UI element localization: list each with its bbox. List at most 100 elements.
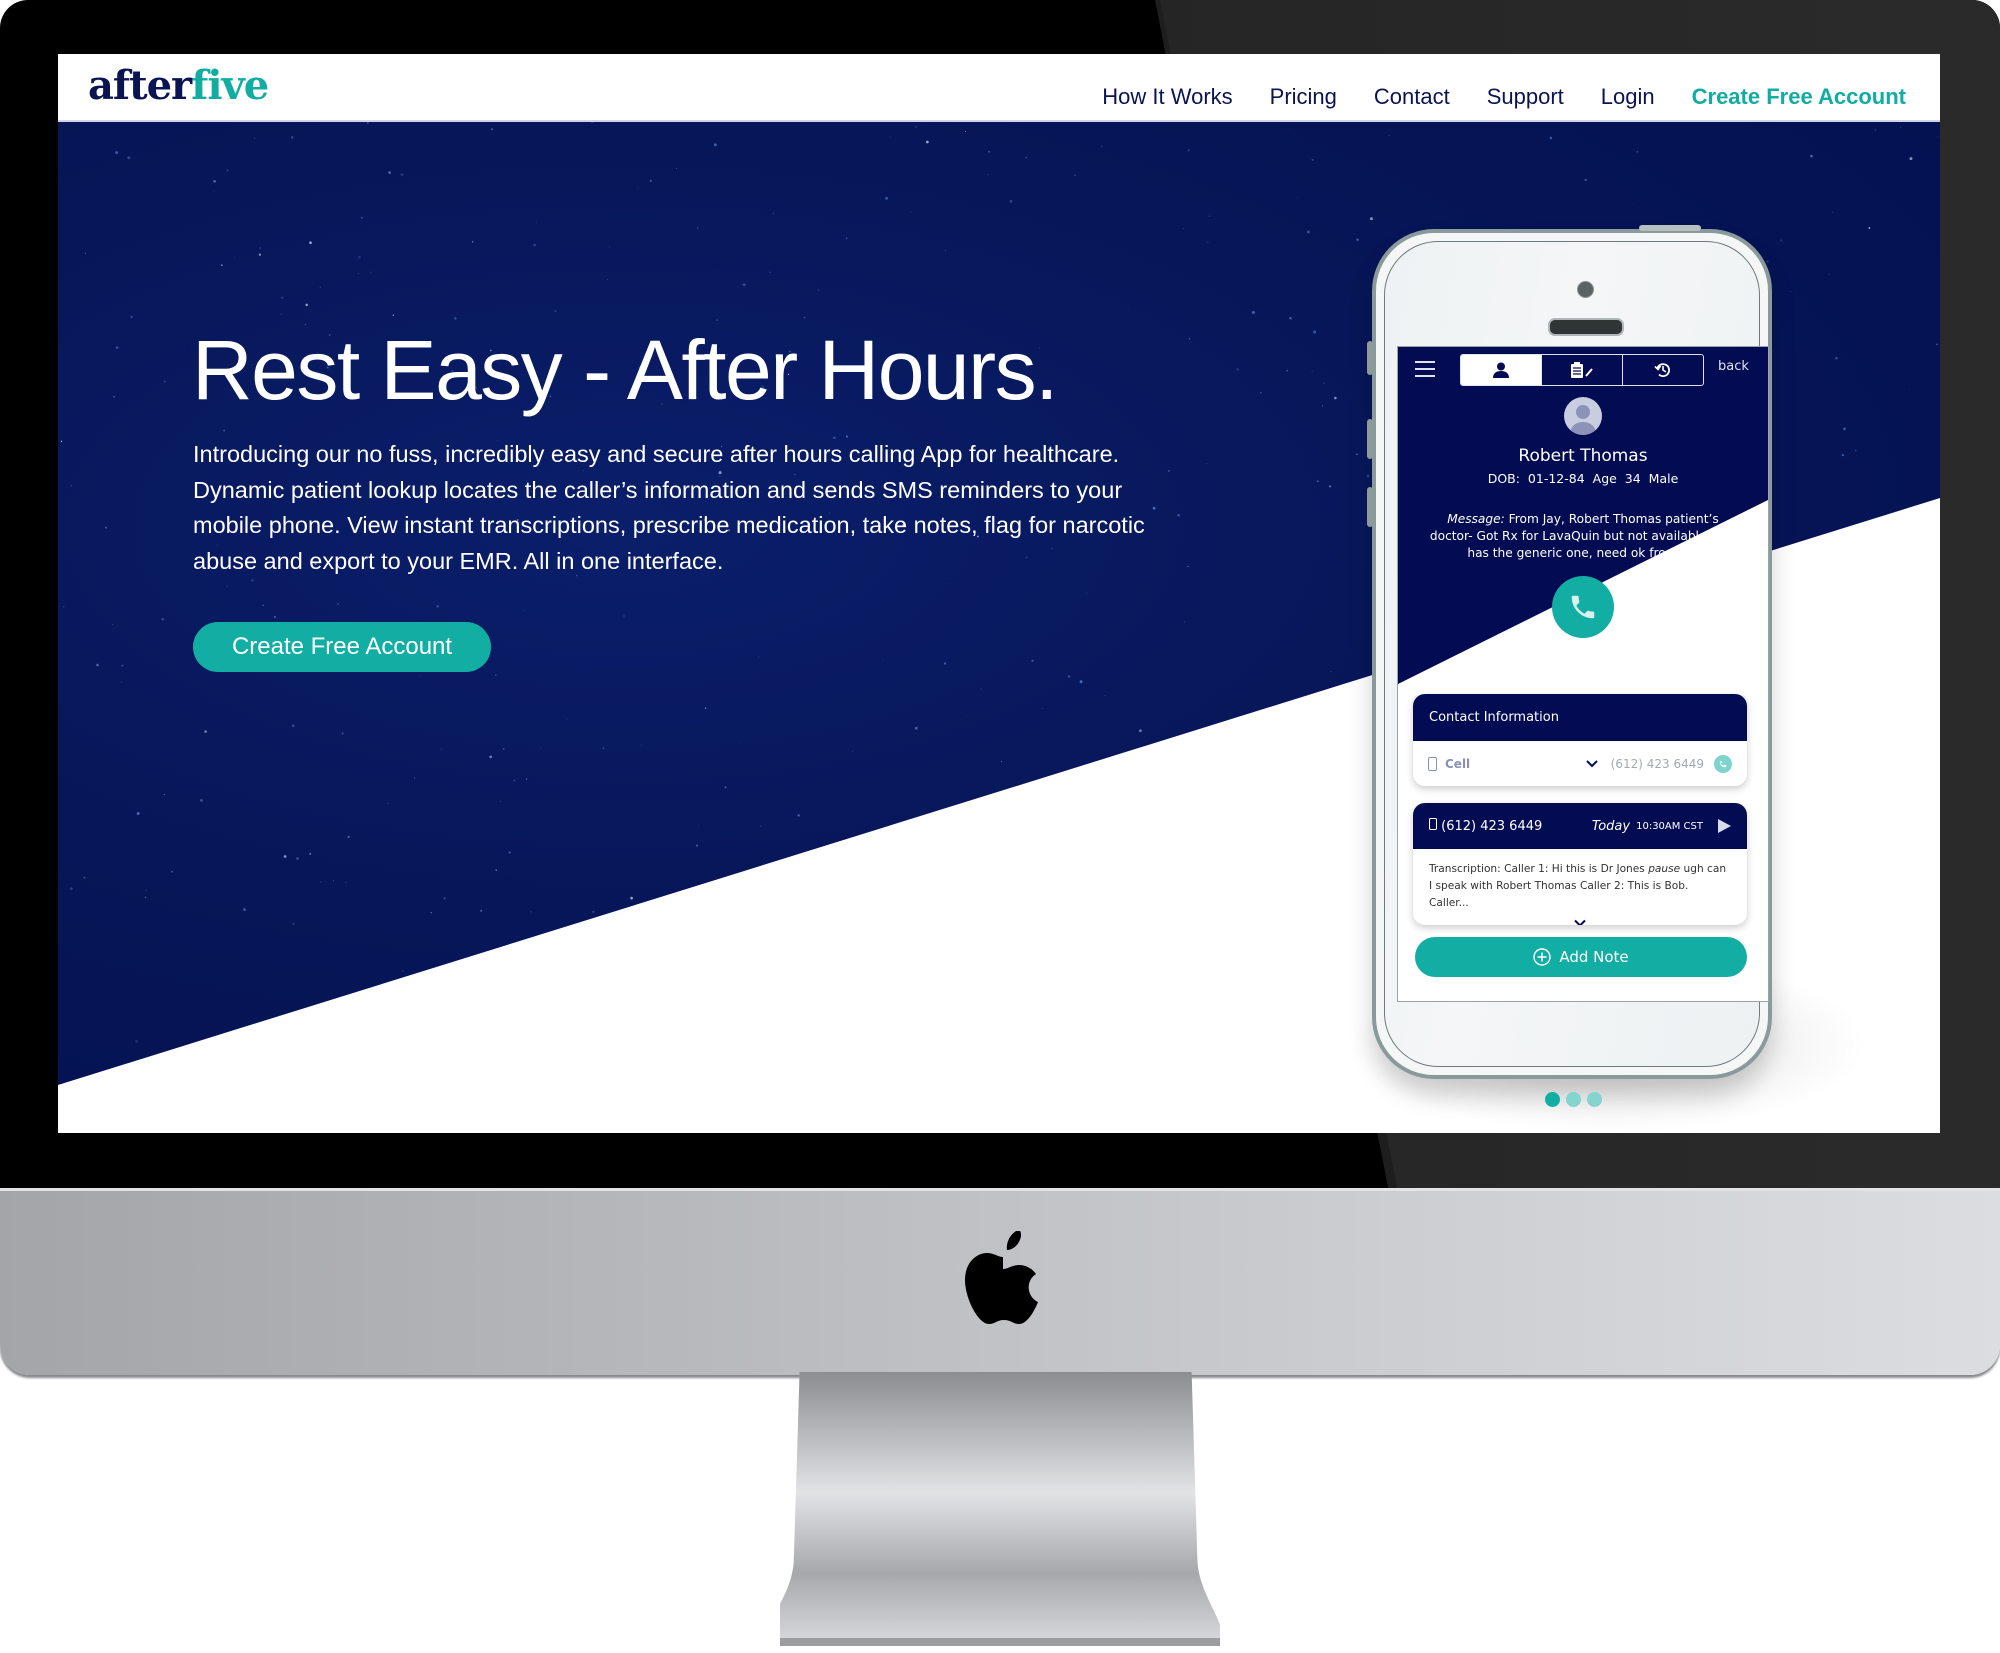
tab-profile[interactable] <box>1461 355 1541 385</box>
star <box>115 346 119 349</box>
nav-login[interactable]: Login <box>1601 84 1655 110</box>
star <box>1104 694 1106 696</box>
contact-type-dropdown-chevron-icon[interactable] <box>1585 759 1599 769</box>
star <box>145 890 147 892</box>
star <box>347 835 350 839</box>
star <box>1369 217 1373 221</box>
carousel-dot[interactable] <box>1587 1092 1602 1107</box>
star <box>213 179 216 183</box>
tab-notes[interactable] <box>1541 355 1622 385</box>
carousel-indicators <box>1545 1092 1602 1107</box>
transcription-pause: pause <box>1648 863 1681 875</box>
star <box>400 173 404 176</box>
star <box>1841 453 1845 457</box>
user-silhouette-icon <box>1570 405 1596 435</box>
star <box>332 880 335 882</box>
expand-transcription[interactable] <box>1413 913 1747 925</box>
star <box>943 662 947 665</box>
star <box>243 908 246 912</box>
message-label: Message: <box>1447 512 1505 526</box>
star <box>1936 135 1938 137</box>
star <box>987 173 989 176</box>
star <box>115 151 119 155</box>
star <box>273 616 277 619</box>
back-button[interactable]: back <box>1718 359 1749 374</box>
hero-create-account-button[interactable]: Create Free Account <box>193 622 491 672</box>
star <box>430 912 432 914</box>
patient-name: Robert Thomas <box>1518 446 1648 466</box>
star <box>305 303 308 307</box>
star <box>1289 129 1290 131</box>
play-recording-icon[interactable] <box>1717 819 1731 833</box>
afterfive-logo[interactable]: afterfive <box>88 62 269 109</box>
star <box>740 743 742 744</box>
nav-contact[interactable]: Contact <box>1374 84 1450 110</box>
add-note-button[interactable]: Add Note <box>1415 937 1747 977</box>
top-nav: afterfive How It Works Pricing Contact S… <box>58 54 1940 122</box>
star <box>1101 145 1103 148</box>
app-screen: back Robert Thomas DOB: 01-12-84 Age 34 … <box>1397 346 1769 1002</box>
star <box>1366 474 1370 478</box>
hamburger-menu-icon[interactable] <box>1415 361 1435 377</box>
nav-how-it-works[interactable]: How It Works <box>1102 84 1232 110</box>
contact-information-card: Contact Information Cell (612) 423 6449 <box>1413 694 1747 786</box>
star <box>1297 196 1299 198</box>
star <box>926 140 929 144</box>
star <box>234 256 236 258</box>
star <box>649 179 652 183</box>
star <box>1031 659 1034 663</box>
star <box>1835 357 1838 360</box>
star <box>70 484 73 487</box>
star <box>1909 157 1913 161</box>
star <box>370 271 372 273</box>
star <box>637 188 639 190</box>
star <box>130 315 133 319</box>
star <box>697 825 699 827</box>
star <box>567 719 569 720</box>
star <box>60 440 63 442</box>
nav-support[interactable]: Support <box>1487 84 1564 110</box>
star <box>388 171 392 175</box>
star <box>757 656 760 658</box>
star <box>1388 135 1390 137</box>
star <box>1790 291 1792 293</box>
star <box>1188 337 1191 340</box>
nav-pricing[interactable]: Pricing <box>1270 84 1337 110</box>
star <box>980 688 982 690</box>
star <box>630 896 633 900</box>
star <box>1828 273 1830 276</box>
star <box>1187 149 1190 152</box>
star <box>443 897 446 900</box>
star <box>436 605 439 608</box>
star <box>602 747 605 750</box>
star <box>1009 200 1013 203</box>
contact-row: Cell (612) 423 6449 <box>1413 741 1747 786</box>
star <box>713 143 717 147</box>
star <box>357 272 360 275</box>
star <box>420 676 422 677</box>
call-button[interactable] <box>1552 576 1614 638</box>
star <box>1139 729 1142 733</box>
star <box>910 211 912 213</box>
patient-avatar <box>1564 397 1602 435</box>
star <box>988 150 991 153</box>
notes-icon <box>1571 362 1593 378</box>
carousel-dot[interactable] <box>1545 1092 1560 1107</box>
apple-logo-icon <box>965 1231 1038 1324</box>
star <box>62 606 65 608</box>
star <box>1206 463 1208 464</box>
logo-part-after: after <box>88 62 192 109</box>
plus-circle-icon <box>1533 948 1552 966</box>
carousel-dot[interactable] <box>1566 1092 1581 1107</box>
imac-chin <box>0 1188 2000 1375</box>
star <box>387 802 389 805</box>
phone-face: back Robert Thomas DOB: 01-12-84 Age 34 … <box>1384 241 1769 1067</box>
call-transcription-card: (612) 423 6449 Today 10:30AM CST Transcr… <box>1413 803 1747 925</box>
star <box>1874 129 1877 131</box>
star <box>1067 675 1071 678</box>
tab-history[interactable] <box>1622 355 1703 385</box>
star <box>127 156 131 160</box>
call-contact-icon[interactable] <box>1714 754 1732 773</box>
nav-create-free-account[interactable]: Create Free Account <box>1692 84 1906 110</box>
patient-demographics: DOB: 01-12-84 Age 34 Male <box>1487 471 1679 486</box>
